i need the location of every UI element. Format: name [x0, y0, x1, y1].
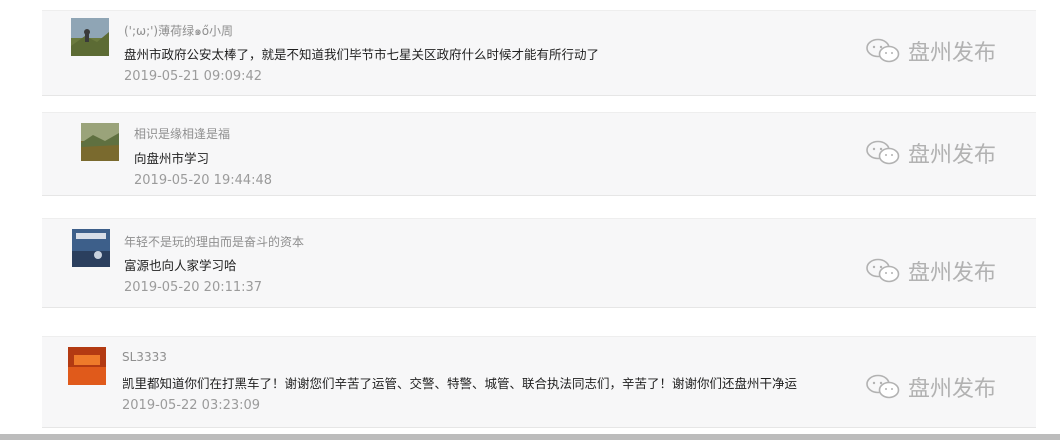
- sky-photo-icon: [72, 229, 110, 267]
- comment-card: (';ω;')薄荷绿๑ő小周 盘州市政府公安太棒了，就是不知道我们毕节市七星关区…: [42, 10, 1036, 96]
- comment-username[interactable]: 相识是缘相逢是福: [134, 125, 230, 142]
- comment-text: 凯里都知道你们在打黑车了！谢谢您们辛苦了运管、交警、特警、城管、联合执法同志们，…: [122, 376, 798, 391]
- avatar[interactable]: [68, 347, 106, 385]
- wechat-logo-icon: [866, 140, 900, 165]
- watermark: 盘州发布: [864, 371, 996, 403]
- comment-timestamp: 2019-05-20 19:44:48: [134, 173, 273, 188]
- comment-card: SL3333 凯里都知道你们在打黑车了！谢谢您们辛苦了运管、交警、特警、城管、联…: [42, 336, 1036, 428]
- bottom-divider: [0, 434, 1060, 440]
- wechat-logo-icon: [866, 258, 900, 283]
- watermark: 盘州发布: [864, 255, 996, 287]
- comment-username[interactable]: SL3333: [122, 350, 167, 364]
- watermark-text: 盘州发布: [908, 143, 997, 168]
- watermark-text: 盘州发布: [908, 261, 997, 286]
- orange-photo-icon: [68, 347, 106, 385]
- comment-text: 向盘州市学习: [134, 151, 210, 166]
- watermark-text: 盘州发布: [908, 377, 997, 402]
- watermark: 盘州发布: [864, 137, 996, 169]
- comment-timestamp: 2019-05-21 09:09:42: [124, 69, 263, 84]
- avatar[interactable]: [81, 123, 119, 161]
- comment-card: 相识是缘相逢是福 向盘州市学习 2019-05-20 19:44:48 盘州发布: [42, 112, 1036, 196]
- comment-timestamp: 2019-05-22 03:23:09: [122, 398, 261, 413]
- comment-timestamp: 2019-05-20 20:11:37: [124, 280, 263, 295]
- avatar[interactable]: [72, 229, 110, 267]
- comment-text: 富源也向人家学习哈: [124, 258, 237, 273]
- watermark-text: 盘州发布: [908, 41, 997, 66]
- comment-username[interactable]: (';ω;')薄荷绿๑ő小周: [124, 22, 233, 41]
- comment-username[interactable]: 年轻不是玩的理由而是奋斗的资本: [124, 233, 304, 250]
- comment-card: 年轻不是玩的理由而是奋斗的资本 富源也向人家学习哈 2019-05-20 20:…: [42, 218, 1036, 308]
- watermark: 盘州发布: [864, 35, 996, 67]
- wechat-logo-icon: [866, 38, 900, 63]
- wechat-logo-icon: [866, 374, 900, 399]
- comment-text: 盘州市政府公安太棒了，就是不知道我们毕节市七星关区政府什么时候才能有所行动了: [124, 47, 600, 62]
- landscape-photo-icon: [81, 123, 119, 161]
- avatar[interactable]: [71, 18, 109, 56]
- cyclist-photo-icon: [71, 18, 109, 56]
